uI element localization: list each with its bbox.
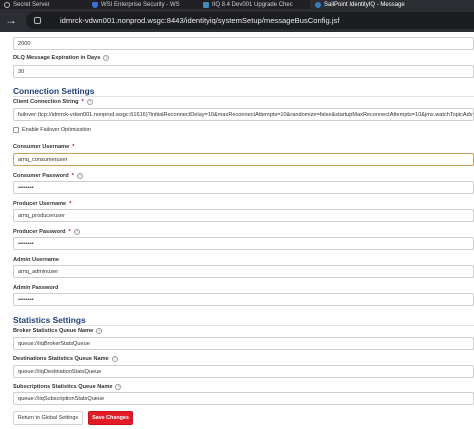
admin-password-label: Admin Password	[13, 285, 59, 291]
browser-toolbar: → idmrck-vdwn001.nonprod.wsgc:8443/ident…	[0, 9, 474, 32]
producer-username-label: Producer Username *	[13, 201, 72, 207]
tab-label: Secret Server	[13, 1, 50, 8]
top-setting-field[interactable]: 2000	[13, 37, 474, 50]
checkbox-label: Enable Failover Optimization	[22, 127, 91, 133]
divider	[13, 96, 474, 97]
tab-iiq-upgrade[interactable]: IIQ 8.4 Dev001 Upgrade Chec	[203, 0, 303, 9]
admin-username-field[interactable]: amq_adminuser	[13, 265, 474, 278]
tab-sailpoint-identityiq[interactable]: SailPoint IdentityIQ - Message	[310, 0, 474, 9]
admin-username-label: Admin Username	[13, 257, 60, 263]
browser-tab-strip: Secret Server WSI Enterprise Security - …	[0, 0, 474, 9]
destinations-stats-queue-field[interactable]: queue://iiqDestinationStatsQueue	[13, 365, 474, 378]
producer-password-label: Producer Password * ?	[13, 229, 80, 235]
help-icon[interactable]: ?	[103, 55, 110, 61]
console-icon	[203, 1, 209, 8]
consumer-username-label: Consumer Username *	[13, 144, 75, 150]
consumer-username-field[interactable]: amq_consumeruser	[13, 153, 474, 166]
help-icon[interactable]: ?	[86, 99, 93, 105]
dlq-expiration-field[interactable]: 30	[13, 65, 474, 78]
tab-secret-server[interactable]: Secret Server	[4, 0, 84, 9]
help-icon[interactable]: ?	[76, 173, 83, 179]
client-connection-field[interactable]: failover:(tcp://idmrck-vdwn001.nonprod.w…	[13, 108, 474, 121]
divider	[13, 325, 474, 326]
tab-label: WSI Enterprise Security - WS	[101, 1, 180, 8]
site-info-icon[interactable]	[34, 17, 41, 24]
connection-settings-heading: Connection Settings	[13, 86, 95, 96]
client-connection-label: Client Connection String * ?	[13, 99, 93, 105]
return-to-global-settings-button[interactable]: Return to Global Settings	[13, 411, 83, 425]
url-text[interactable]: idmrck-vdwn001.nonprod.wsgc:8443/identit…	[60, 16, 339, 25]
back-arrow-icon[interactable]: →	[5, 13, 17, 27]
checkbox-box[interactable]	[13, 127, 19, 133]
consumer-password-field[interactable]: ••••••••	[13, 181, 474, 194]
statistics-settings-heading: Statistics Settings	[13, 315, 86, 325]
help-icon[interactable]: ?	[73, 229, 80, 235]
address-bar[interactable]: idmrck-vdwn001.nonprod.wsgc:8443/identit…	[26, 12, 474, 29]
help-icon[interactable]: ?	[96, 328, 103, 334]
tab-label: SailPoint IdentityIQ - Message	[324, 1, 405, 8]
help-icon[interactable]: ?	[115, 384, 122, 390]
message-bus-config-page: 2000 DLQ Message Expiration in Days ? 30…	[0, 32, 474, 429]
gear-icon	[4, 1, 10, 8]
subscriptions-stats-queue-label: Subscriptions Statistics Queue Name ?	[13, 384, 122, 390]
admin-password-field[interactable]: ••••••••	[13, 293, 474, 306]
help-icon[interactable]: ?	[111, 356, 118, 362]
sailpoint-icon	[315, 1, 321, 8]
consumer-password-label: Consumer Password * ?	[13, 173, 83, 179]
broker-stats-queue-field[interactable]: queue://iiqBrokerStatsQueue	[13, 337, 474, 350]
shield-icon	[92, 1, 98, 8]
failover-optimization-checkbox[interactable]: Enable Failover Optimization	[13, 127, 91, 133]
subscriptions-stats-queue-field[interactable]: queue://iiqSubscriptionStatsQueue	[13, 392, 474, 405]
tab-label: IIQ 8.4 Dev001 Upgrade Chec	[212, 1, 293, 8]
destinations-stats-queue-label: Destinations Statistics Queue Name ?	[13, 356, 118, 362]
tab-wsi-enterprise-security[interactable]: WSI Enterprise Security - WS	[92, 0, 190, 9]
producer-username-field[interactable]: amq_produceruser	[13, 209, 474, 222]
dlq-expiration-label: DLQ Message Expiration in Days ?	[13, 55, 110, 61]
save-changes-button[interactable]: Save Changes	[88, 411, 133, 425]
producer-password-field[interactable]: ••••••••	[13, 237, 474, 250]
broker-stats-queue-label: Broker Statistics Queue Name ?	[13, 328, 103, 334]
